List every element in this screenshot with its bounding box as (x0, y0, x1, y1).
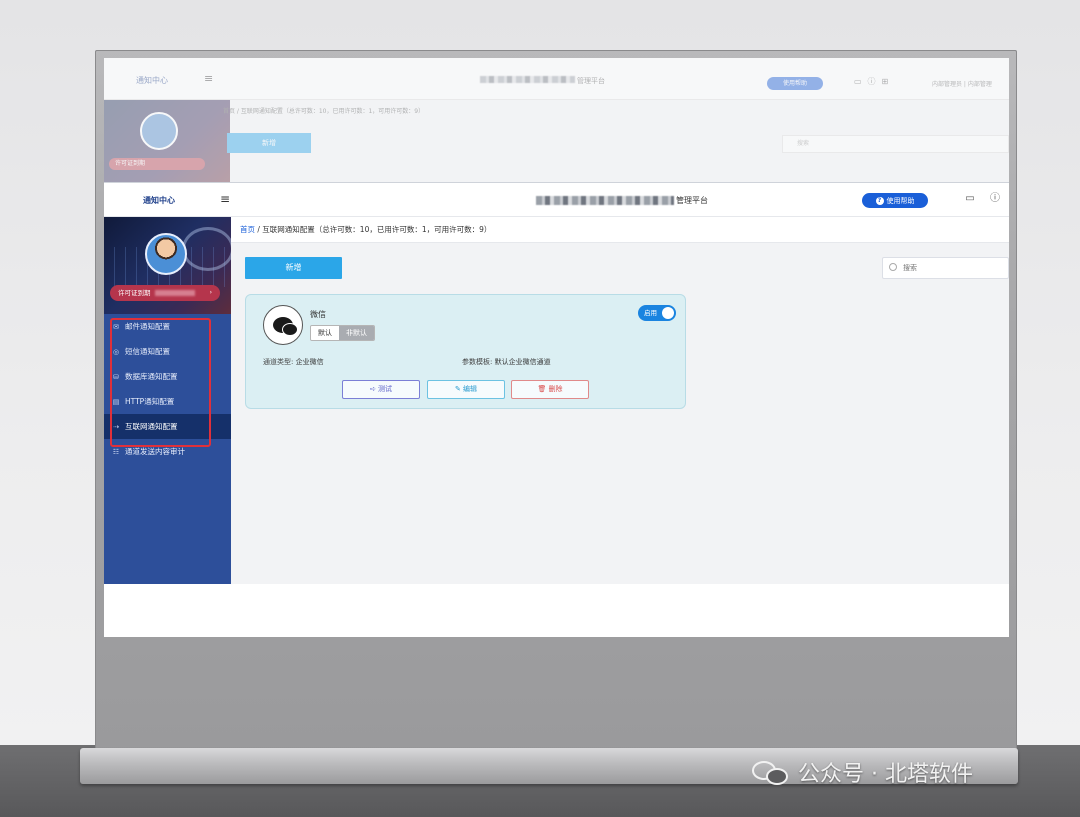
monitor-screen: 通知中心 ≡ 管理平台 使用帮助 ▭ⓘ⊞ 内部管理员 | 内部管理 许可证到期 … (104, 58, 1009, 637)
http-icon: ▤ (112, 397, 120, 406)
database-icon: ⛁ (113, 372, 119, 381)
platform-name: 管理平台 (536, 195, 708, 206)
channel-type-value: 企业微信 (295, 358, 324, 366)
wechat-logo-icon (752, 759, 790, 785)
platform-suffix: 管理平台 (676, 196, 708, 205)
sidebar-item-mail[interactable]: ✉ 邮件通知配置 (104, 314, 231, 339)
app-title: 通知中心 (143, 196, 175, 205)
ghost-search: 搜索 (782, 135, 1009, 153)
add-button[interactable]: 新增 (245, 257, 342, 279)
app-window: 通知中心 ≡ 管理平台 ? 使用帮助 ▭ ⓘ 许可证到期 › ✉ 邮件通知配置 … (104, 182, 1009, 637)
menu-toggle-icon[interactable]: ≡ (220, 192, 230, 206)
template-label: 参数模板: (462, 358, 493, 366)
redacted-company-name (536, 196, 674, 205)
template-value: 默认企业微信通道 (494, 358, 551, 366)
toggle-label: 启用 (644, 309, 657, 317)
ghost-user-text: 内部管理员 | 内部管理 (932, 81, 992, 88)
watermark: 公众号 · 北塔软件 (752, 756, 973, 788)
sidebar-item-internet[interactable]: ⇢ 互联网通知配置 (104, 414, 231, 439)
channel-type: 通道类型: 企业微信 (263, 357, 324, 367)
sidebar-item-label: 互联网通知配置 (125, 422, 178, 431)
sidebar-profile: 许可证到期 › (104, 217, 231, 314)
breadcrumb: 首页 / 互联网通知配置（总许可数：10，已用许可数：1，可用许可数：9） (231, 217, 1009, 243)
main-content: 首页 / 互联网通知配置（总许可数：10，已用许可数：1，可用许可数：9） 新增… (231, 217, 1009, 584)
sidebar-item-label: 邮件通知配置 (125, 322, 170, 331)
channel-card-wechat: 微信 默认 非默认 启用 通道类型: 企业微信 参数模板: 默认企业微信通道 ➪… (245, 294, 686, 409)
edit-icon: ✎ (454, 385, 464, 393)
ghost-overlay: 通知中心 ≡ 管理平台 使用帮助 ▭ⓘ⊞ 内部管理员 | 内部管理 许可证到期 … (104, 58, 1009, 182)
cloud-upload-decoration (182, 227, 231, 271)
search-box (882, 257, 1009, 279)
internet-icon: ⇢ (113, 422, 119, 431)
ghost-avatar (140, 112, 178, 150)
test-button[interactable]: ➪ 测试 (342, 380, 420, 399)
redacted-license-date (154, 290, 195, 296)
send-icon: ➪ (369, 385, 379, 393)
edit-label: 编辑 (463, 385, 478, 393)
ghost-app-title: 通知中心 (136, 76, 168, 85)
watermark-text: 公众号 · 北塔软件 (798, 762, 973, 787)
seg-default[interactable]: 默认 (311, 326, 339, 340)
ghost-help-button: 使用帮助 (767, 77, 823, 90)
message-icon[interactable]: ▭ (964, 193, 976, 205)
sidebar-item-database[interactable]: ⛁ 数据库通知配置 (104, 364, 231, 389)
sidebar-item-label: 短信通知配置 (125, 347, 170, 356)
ghost-breadcrumb: 首页 / 互联网通知配置（总许可数：10，已用许可数：1，可用许可数：9） (223, 108, 425, 115)
search-icon (889, 263, 897, 271)
info-icon[interactable]: ⓘ (989, 193, 1001, 205)
sidebar-menu: ✉ 邮件通知配置 ◎ 短信通知配置 ⛁ 数据库通知配置 ▤ HTTP通知配置 ⇢ (104, 314, 231, 464)
sms-icon: ◎ (112, 347, 120, 356)
ghost-platform-suffix: 管理平台 (577, 77, 605, 85)
help-button[interactable]: ? 使用帮助 (862, 193, 928, 208)
default-segmented-control: 默认 非默认 (310, 325, 375, 341)
question-icon: ? (875, 196, 884, 205)
license-badge[interactable]: 许可证到期 › (110, 285, 220, 301)
toggle-knob (662, 307, 674, 319)
sidebar-item-audit[interactable]: ☷ 通道发送内容审计 (104, 439, 231, 464)
ghost-add-button: 新增 (227, 133, 311, 153)
breadcrumb-current: 互联网通知配置（总许可数：10，已用许可数：1，可用许可数：9） (262, 225, 492, 234)
channel-type-label: 通道类型: (263, 358, 294, 366)
audit-icon: ☷ (112, 447, 120, 456)
sidebar-item-label: 数据库通知配置 (125, 372, 178, 381)
ghost-sidebar: 许可证到期 (104, 100, 230, 182)
wechat-icon (263, 305, 303, 345)
trash-icon: 🗑 (537, 385, 549, 393)
ghost-toolbar-icons: ▭ⓘ⊞ (854, 77, 895, 86)
channel-name: 微信 (310, 310, 326, 319)
test-label: 测试 (378, 385, 393, 393)
ghost-menu-icon: ≡ (204, 72, 214, 85)
avatar[interactable] (145, 233, 187, 275)
param-template: 参数模板: 默认企业微信通道 (462, 357, 551, 367)
seg-nondefault[interactable]: 非默认 (339, 326, 374, 340)
enable-toggle[interactable]: 启用 (638, 305, 676, 321)
sidebar-item-sms[interactable]: ◎ 短信通知配置 (104, 339, 231, 364)
edit-button[interactable]: ✎ 编辑 (427, 380, 505, 399)
mail-icon: ✉ (113, 322, 119, 331)
sidebar: 许可证到期 › ✉ 邮件通知配置 ◎ 短信通知配置 ⛁ 数据库通知配置 ▤ HT… (104, 217, 231, 584)
top-bar: 通知中心 ≡ 管理平台 ? 使用帮助 ▭ ⓘ (104, 182, 1009, 217)
chevron-right-icon: › (209, 289, 212, 296)
help-label: 使用帮助 (886, 196, 915, 205)
sidebar-item-label: 通道发送内容审计 (125, 447, 185, 456)
sidebar-item-http[interactable]: ▤ HTTP通知配置 (104, 389, 231, 414)
screen-bottom-area (104, 584, 1009, 637)
license-label: 许可证到期 (118, 289, 151, 297)
delete-button[interactable]: 🗑 删除 (511, 380, 589, 399)
search-input[interactable] (903, 264, 998, 272)
ghost-platform-name: 管理平台 (480, 76, 640, 85)
breadcrumb-home[interactable]: 首页 (240, 225, 255, 234)
delete-label: 删除 (548, 385, 563, 393)
ghost-license: 许可证到期 (109, 158, 205, 170)
sidebar-item-label: HTTP通知配置 (125, 397, 175, 406)
